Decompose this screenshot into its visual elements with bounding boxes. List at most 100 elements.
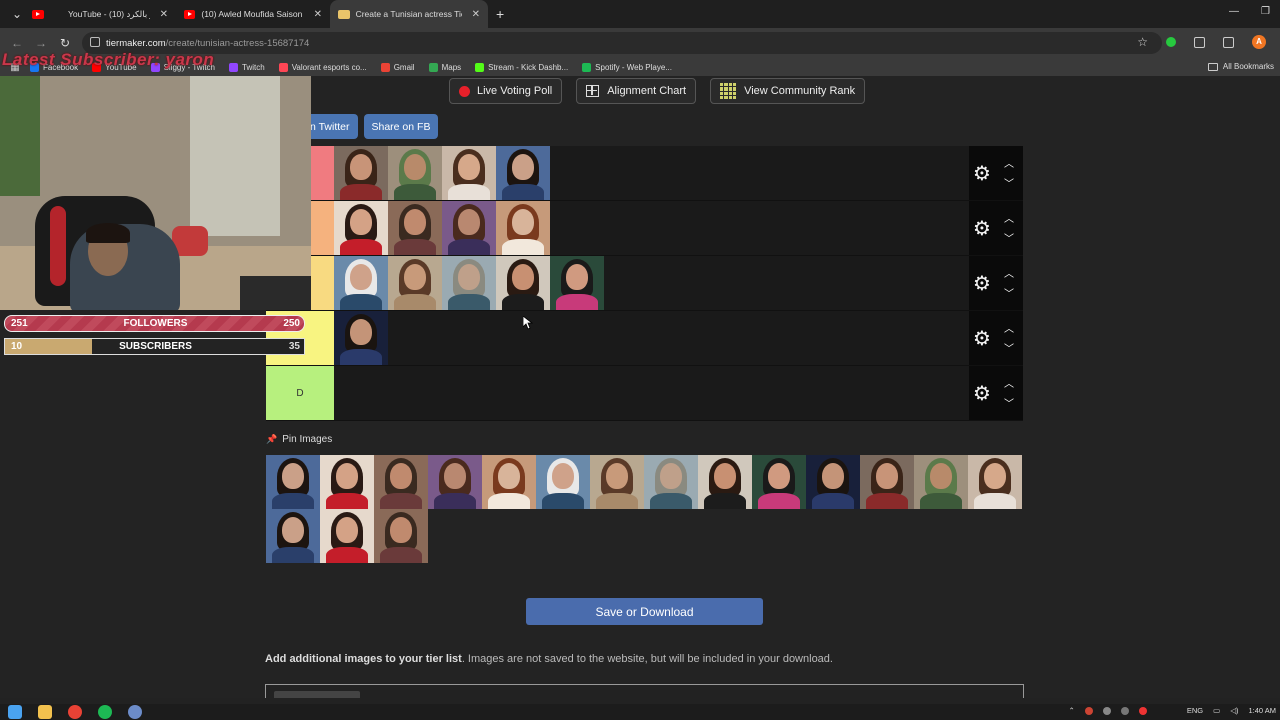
actress-image[interactable] (644, 455, 698, 509)
choose-files-button[interactable] (274, 691, 360, 698)
community-rank-button[interactable]: View Community Rank (710, 78, 866, 104)
actress-image[interactable] (698, 455, 752, 509)
bookmark-item[interactable]: Maps (428, 62, 462, 72)
actress-image[interactable] (334, 201, 388, 255)
all-bookmarks[interactable]: All Bookmarks (1207, 62, 1274, 71)
bookmark-label: Maps (441, 62, 462, 72)
tray-red-icon[interactable] (1084, 706, 1093, 715)
actress-image[interactable] (550, 256, 604, 310)
actress-image[interactable] (442, 256, 496, 310)
site-info-icon[interactable] (90, 37, 100, 47)
chevron-down-icon[interactable]: ﹀ (1003, 340, 1015, 355)
live-voting-button[interactable]: Live Voting Poll (449, 78, 563, 104)
back-icon[interactable]: ← (10, 36, 24, 50)
actress-image[interactable] (496, 256, 550, 310)
save-download-button[interactable]: Save or Download (526, 598, 763, 625)
chevron-up-icon[interactable]: ︿ (1003, 320, 1015, 335)
profile-avatar[interactable]: A (1252, 35, 1266, 49)
bookmark-item[interactable]: Gmail (380, 62, 415, 72)
actress-image[interactable] (482, 455, 536, 509)
extensions-puzzle-icon[interactable] (1194, 36, 1205, 48)
windows-start-icon[interactable] (8, 705, 22, 719)
actress-image[interactable] (320, 509, 374, 563)
actress-image[interactable] (806, 455, 860, 509)
close-icon[interactable]: ✕ (472, 9, 480, 20)
tier-label[interactable]: D (266, 366, 334, 420)
bookmark-item[interactable]: Spotify - Web Playe... (582, 62, 672, 72)
bookmark-icon (582, 62, 592, 72)
chevron-up-icon[interactable]: ︿ (1003, 210, 1015, 225)
new-tab-button[interactable]: + (496, 6, 504, 22)
actress-image[interactable] (374, 509, 428, 563)
actress-image[interactable] (388, 146, 442, 200)
chevron-down-icon[interactable]: ﹀ (1003, 395, 1015, 410)
file-upload-box[interactable] (265, 684, 1024, 698)
actress-image[interactable] (496, 201, 550, 255)
gear-icon[interactable]: ⚙ (973, 164, 993, 184)
close-icon[interactable]: ✕ (314, 9, 322, 20)
maximize-icon[interactable]: ❐ (1261, 6, 1270, 17)
file-explorer-icon[interactable] (38, 705, 52, 719)
bookmark-item[interactable]: Valorant esports co... (278, 62, 367, 72)
actress-image[interactable] (320, 455, 374, 509)
network-icon[interactable]: ▭ (1213, 706, 1220, 715)
tray-red2-icon[interactable] (1138, 706, 1147, 715)
actress-image[interactable] (334, 256, 388, 310)
chevron-up-icon[interactable]: ︿ (1003, 155, 1015, 170)
actress-image[interactable] (752, 455, 806, 509)
chevron-up-icon[interactable]: ⌃ (1069, 706, 1075, 715)
tab-youtube-2[interactable]: YouTube - فيديو بالكرد (10) ✕ (60, 0, 176, 28)
language-indicator[interactable]: ENG (1187, 706, 1203, 715)
chevron-down-icon[interactable]: ﹀ (1003, 175, 1015, 190)
chevron-down-icon[interactable]: ﹀ (1003, 230, 1015, 245)
share-fb-button[interactable]: Share on FB (363, 114, 439, 139)
pin-images-toggle[interactable]: 📌 Pin Images (266, 434, 332, 445)
media-icon[interactable] (1223, 36, 1234, 48)
tab-search-icon[interactable]: ⌄ (10, 7, 24, 21)
bookmark-star-icon[interactable]: ☆ (1137, 35, 1148, 49)
chevron-up-icon[interactable]: ︿ (1003, 265, 1015, 280)
actress-image[interactable] (442, 201, 496, 255)
actress-image[interactable] (388, 256, 442, 310)
spotify-icon[interactable] (98, 705, 112, 719)
bookmark-item[interactable]: Twitch (229, 62, 265, 72)
tab-youtube-1[interactable] (24, 0, 60, 28)
tray-gray2-icon[interactable] (1120, 706, 1129, 715)
volume-icon[interactable]: ◁) (1230, 706, 1238, 715)
actress-image[interactable] (266, 509, 320, 563)
actress-image[interactable] (428, 455, 482, 509)
actress-image[interactable] (590, 455, 644, 509)
app-icon[interactable] (128, 705, 142, 719)
chrome-icon[interactable] (68, 705, 82, 719)
extension-icon[interactable] (1166, 37, 1176, 47)
gear-icon[interactable]: ⚙ (973, 274, 993, 294)
actress-image[interactable] (442, 146, 496, 200)
tray-gray-icon[interactable] (1102, 706, 1111, 715)
actress-image[interactable] (334, 146, 388, 200)
gear-icon[interactable]: ⚙ (973, 329, 993, 349)
chevron-down-icon[interactable]: ﹀ (1003, 285, 1015, 300)
forward-icon[interactable]: → (34, 36, 48, 50)
chevron-up-icon[interactable]: ︿ (1003, 375, 1015, 390)
actress-image[interactable] (968, 455, 1022, 509)
actress-image[interactable] (536, 455, 590, 509)
gear-icon[interactable]: ⚙ (973, 384, 993, 404)
actress-image[interactable] (860, 455, 914, 509)
alignment-chart-button[interactable]: Alignment Chart (576, 78, 697, 104)
gear-icon[interactable]: ⚙ (973, 219, 993, 239)
bookmark-item[interactable]: Stream - Kick Dashb... (475, 62, 568, 72)
minimize-icon[interactable]: — (1229, 6, 1239, 17)
actress-image[interactable] (914, 455, 968, 509)
actress-image[interactable] (374, 455, 428, 509)
tab-youtube-3[interactable]: (10) Awled Moufida Saison 01 E ✕ (176, 0, 330, 28)
actress-image[interactable] (388, 201, 442, 255)
actress-image[interactable] (266, 455, 320, 509)
close-icon[interactable]: ✕ (160, 9, 168, 20)
clock[interactable]: 1:40 AM (1248, 706, 1276, 715)
reload-icon[interactable]: ↻ (58, 36, 72, 50)
tab-tiermaker[interactable]: Create a Tunisian actress Tier L ✕ (330, 0, 488, 28)
bookmark-icon (229, 62, 239, 72)
actress-image[interactable] (334, 311, 388, 365)
url-field[interactable]: tiermaker.com /create/tunisian-actress-1… (82, 32, 1162, 54)
actress-image[interactable] (496, 146, 550, 200)
